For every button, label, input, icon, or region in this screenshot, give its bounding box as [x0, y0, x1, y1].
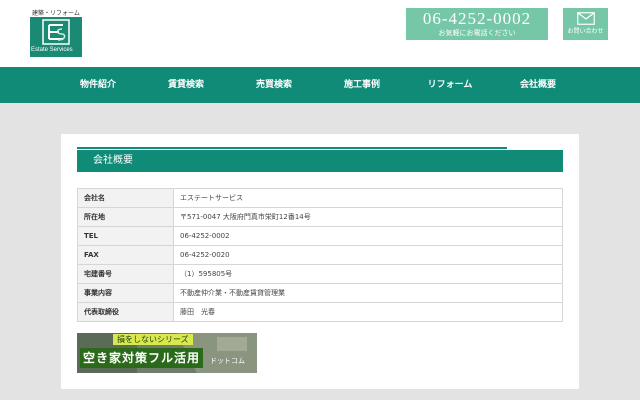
- row-value: 藤田 光春: [173, 302, 563, 322]
- nav-item-company[interactable]: 会社概要: [494, 67, 582, 103]
- contact-label: お問い合わせ: [567, 28, 604, 35]
- page-title: 会社概要: [93, 155, 133, 166]
- table-row: 所在地 〒571-0047 大阪府門真市栄町12番14号: [77, 207, 563, 227]
- nav-item-construction-cases[interactable]: 施工事例: [318, 67, 406, 103]
- row-key: 会社名: [77, 188, 174, 208]
- main-nav: 物件紹介 賃貸検索 売買検索 施工事例 リフォーム 会社概要: [0, 67, 640, 103]
- logo-mark: Estate Services: [30, 17, 82, 57]
- es-logo-icon: [42, 19, 70, 45]
- nav-item-reform[interactable]: リフォーム: [406, 67, 494, 103]
- site-header: 建築・リフォーム Estate Services 06-4252-0002 お気…: [0, 0, 640, 67]
- row-value: 06-4252-0002: [173, 226, 563, 246]
- row-value: （1）595805号: [173, 264, 563, 284]
- row-value: 06-4252-0020: [173, 245, 563, 265]
- table-row: 事業内容 不動産仲介業・不動産賃貸管理業: [77, 283, 563, 303]
- row-key: 事業内容: [77, 283, 174, 303]
- nav-item-rental-search[interactable]: 賃貸検索: [142, 67, 230, 103]
- table-row: 代表取締役 藤田 光春: [77, 302, 563, 322]
- table-row: FAX 06-4252-0020: [77, 245, 563, 265]
- row-key: 代表取締役: [77, 302, 174, 322]
- phone-caption: お気軽にお電話ください: [438, 29, 516, 37]
- table-row: TEL 06-4252-0002: [77, 226, 563, 246]
- company-info-table: 会社名 エステートサービス 所在地 〒571-0047 大阪府門真市栄町12番1…: [77, 188, 563, 322]
- banner-main-text: 空き家対策フル活用: [80, 348, 204, 368]
- banner-sub-text: ドットコム: [210, 357, 245, 365]
- table-row: 会社名 エステートサービス: [77, 188, 563, 208]
- phone-button[interactable]: 06-4252-0002 お気軽にお電話ください: [406, 8, 548, 40]
- logo-name: Estate Services: [31, 47, 73, 53]
- row-value: エステートサービス: [173, 188, 563, 208]
- row-value: 不動産仲介業・不動産賃貸管理業: [173, 283, 563, 303]
- content-panel: 会社概要 会社名 エステートサービス 所在地 〒571-0047 大阪府門真市栄…: [61, 134, 579, 389]
- section-heading: 会社概要: [77, 147, 563, 172]
- nav-item-properties[interactable]: 物件紹介: [54, 67, 142, 103]
- phone-number: 06-4252-0002: [422, 9, 532, 28]
- row-key: 所在地: [77, 207, 174, 227]
- akiya-banner[interactable]: 損をしないシリーズ 空き家対策フル活用 ドットコム: [77, 333, 257, 373]
- envelope-icon: [576, 12, 595, 25]
- contact-button[interactable]: お問い合わせ: [563, 8, 608, 40]
- banner-top-text: 損をしないシリーズ: [113, 334, 193, 345]
- nav-item-sale-search[interactable]: 売買検索: [230, 67, 318, 103]
- table-row: 宅建番号 （1）595805号: [77, 264, 563, 284]
- row-value: 〒571-0047 大阪府門真市栄町12番14号: [173, 207, 563, 227]
- row-key: 宅建番号: [77, 264, 174, 284]
- logo-tagline: 建築・リフォーム: [32, 10, 80, 17]
- row-key: FAX: [77, 245, 174, 265]
- site-logo[interactable]: 建築・リフォーム Estate Services: [30, 8, 84, 58]
- row-key: TEL: [77, 226, 174, 246]
